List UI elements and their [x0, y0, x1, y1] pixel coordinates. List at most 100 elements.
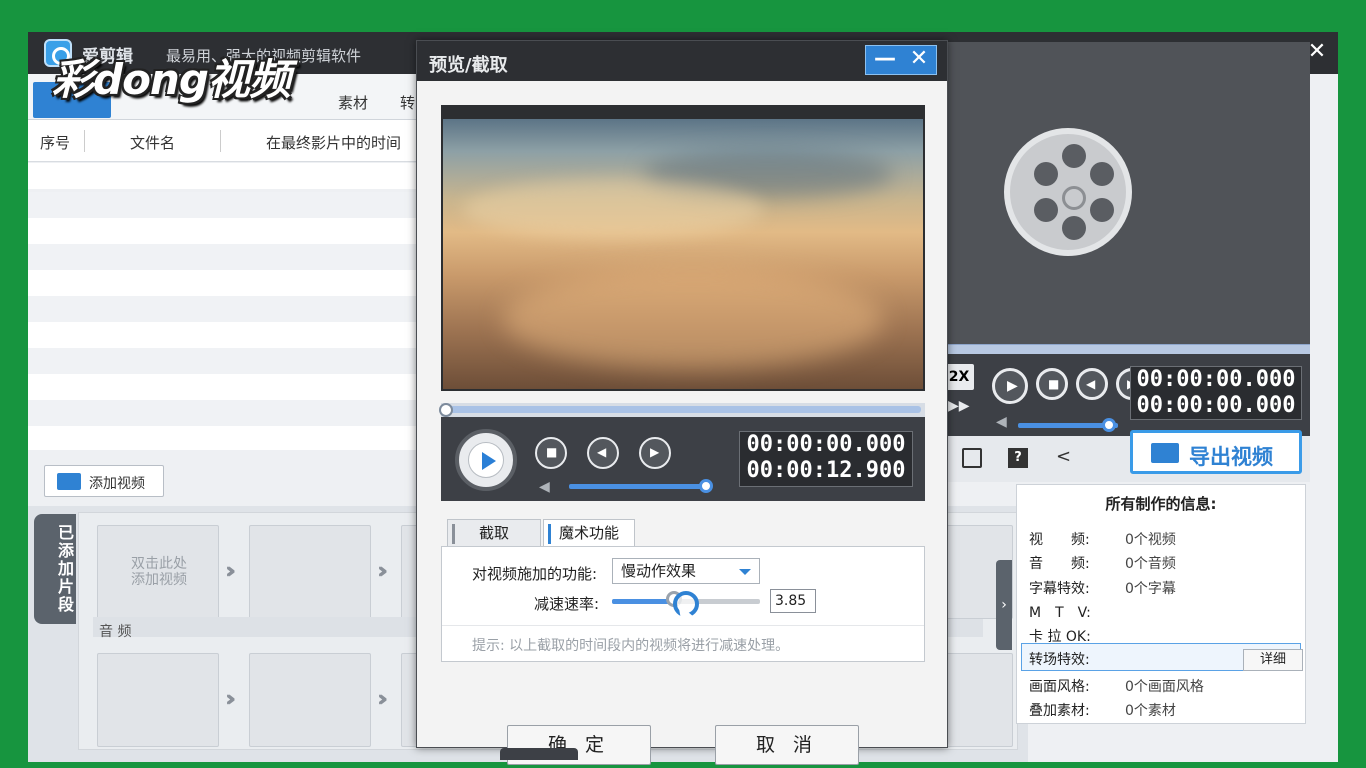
export-icon [1151, 443, 1179, 463]
speaker-icon[interactable]: ◀ [996, 414, 1007, 430]
table-row [28, 163, 418, 189]
dialog-close-button[interactable]: ✕ [904, 46, 934, 74]
function-label: 对视频施加的功能: [472, 565, 598, 583]
dialog-play-button[interactable] [455, 429, 517, 491]
panel-collapse-handle[interactable]: › [996, 560, 1012, 650]
play-button[interactable]: ▶ [992, 368, 1028, 404]
info-row-mtv: M T V: [1029, 600, 1299, 622]
reel-hole [1062, 216, 1086, 240]
rate-value-field[interactable]: 3.85 [770, 589, 816, 613]
reel-center [1062, 186, 1086, 210]
dialog-window-buttons: — ✕ [865, 45, 937, 75]
film-add-icon [57, 473, 81, 490]
speed-button[interactable]: 2X [944, 364, 974, 390]
export-video-button[interactable]: 导出视频 [1130, 430, 1302, 474]
film-reel-icon [1004, 128, 1132, 256]
hint-text: 提示: 以上截取的时间段内的视频将进行减速处理。 [472, 638, 790, 654]
step-back-icon: ◀ [597, 445, 607, 459]
tab-cut[interactable]: 截取 [447, 519, 541, 547]
arrow-right-icon: ››› [377, 687, 389, 712]
clip-slot-empty[interactable]: 双击此处 添加视频 [97, 525, 219, 619]
tab-magic-label: 魔术功能 [558, 524, 619, 542]
info-value: 0个字幕 [1125, 581, 1176, 597]
save-icon[interactable] [962, 448, 982, 468]
dialog-volume-slider[interactable] [569, 484, 705, 489]
clip-slot[interactable] [249, 525, 371, 619]
dialog-stop-button[interactable]: ■ [535, 437, 567, 469]
prev-frame-button[interactable]: ◀ [1076, 368, 1108, 400]
dialog-volume-knob[interactable] [699, 479, 713, 493]
dialog-progress-bar[interactable] [439, 403, 925, 417]
dialog-time-total: 00:00:12.900 [746, 458, 906, 483]
table-row [28, 426, 418, 450]
info-row-overlay: 叠加素材: 0个素材 [1029, 698, 1299, 720]
tab-magic[interactable]: 魔术功能 [543, 519, 635, 548]
info-key: 叠加素材: [1029, 703, 1090, 719]
main-time-display: 00:00:00.000 00:00:00.000 [1130, 366, 1302, 420]
clip-slot[interactable] [249, 653, 371, 747]
info-key: M T V: [1029, 605, 1091, 621]
reel-hole [1062, 144, 1086, 168]
speaker-icon[interactable]: ◀ [539, 479, 550, 495]
added-clips-tab[interactable]: 已添加片段 [34, 514, 76, 624]
add-video-button[interactable]: 添加视频 [44, 465, 164, 497]
info-value: 0个音频 [1125, 556, 1176, 572]
dialog-playback-controls: ■ ◀ ▶ ◀ 00:00:00.000 00:00:12.900 [441, 417, 925, 501]
play-icon [468, 442, 504, 478]
info-value: 0个画面风格 [1125, 679, 1204, 695]
add-clip-hint: 双击此处 添加视频 [131, 556, 187, 588]
function-dropdown-value: 慢动作效果 [621, 562, 697, 580]
help-icon[interactable]: ? [1008, 448, 1028, 468]
table-row [28, 400, 418, 426]
audio-track-label: 音 频 [99, 624, 132, 640]
column-index: 序号 [40, 134, 71, 152]
dialog-titlebar[interactable]: 预览/截取 — ✕ [417, 41, 947, 81]
fast-forward-icon[interactable]: ▶▶ [948, 398, 970, 414]
table-row [28, 374, 418, 400]
dialog-time-current: 00:00:00.000 [746, 432, 906, 457]
info-row-style: 画面风格: 0个画面风格 [1029, 674, 1299, 696]
stop-icon: ■ [546, 445, 558, 459]
share-icon[interactable]: < [1056, 446, 1071, 467]
rate-slider-fill [612, 599, 675, 604]
info-row-transition[interactable]: 转场特效: 详细 [1029, 647, 1303, 671]
reel-hole [1034, 198, 1058, 222]
tab-material[interactable]: 素材 [338, 92, 368, 113]
main-progress-bar[interactable] [918, 344, 1310, 354]
tab-convert[interactable]: 转 [400, 92, 415, 113]
column-divider [84, 130, 85, 152]
arrow-right-icon: ››› [225, 687, 237, 712]
dialog-next-frame-button[interactable]: ▶ [639, 437, 671, 469]
info-key: 音 频: [1029, 556, 1090, 572]
table-row [28, 348, 418, 374]
video-watermark: 彩dong视频 [52, 55, 291, 104]
dialog-progress-track [443, 406, 921, 413]
clip-slot[interactable] [97, 653, 219, 747]
video-preview-image[interactable] [443, 119, 923, 389]
table-row [28, 244, 418, 270]
dialog-time-display: 00:00:00.000 00:00:12.900 [739, 431, 913, 487]
dialog-minimize-button[interactable]: — [870, 46, 900, 74]
dialog-title: 预览/截取 [429, 55, 508, 76]
cancel-button[interactable]: 取 消 [715, 725, 859, 765]
dialog-video-frame [441, 105, 925, 391]
video-cloud [463, 179, 763, 239]
arrow-right-icon: ››› [225, 559, 237, 584]
info-value: 0个素材 [1125, 703, 1176, 719]
clip-slot[interactable] [941, 653, 1013, 747]
reel-hole [1090, 198, 1114, 222]
info-key: 卡 拉 OK: [1029, 629, 1091, 645]
step-forward-icon: ▶ [650, 445, 660, 459]
detail-button[interactable]: 详细 [1243, 649, 1303, 671]
file-list-header: 序号 文件名 在最终影片中的时间 [28, 120, 418, 162]
dialog-progress-knob[interactable] [439, 403, 453, 417]
info-key: 字幕特效: [1029, 581, 1090, 597]
main-time-current: 00:00:00.000 [1136, 367, 1296, 392]
dialog-bottom-grip [500, 748, 578, 760]
dialog-prev-frame-button[interactable]: ◀ [587, 437, 619, 469]
stop-button[interactable]: ■ [1036, 368, 1068, 400]
rate-label: 减速速率: [534, 595, 600, 613]
main-volume-knob[interactable] [1102, 418, 1116, 432]
function-dropdown[interactable]: 慢动作效果 [612, 558, 760, 584]
reel-hole [1034, 162, 1058, 186]
